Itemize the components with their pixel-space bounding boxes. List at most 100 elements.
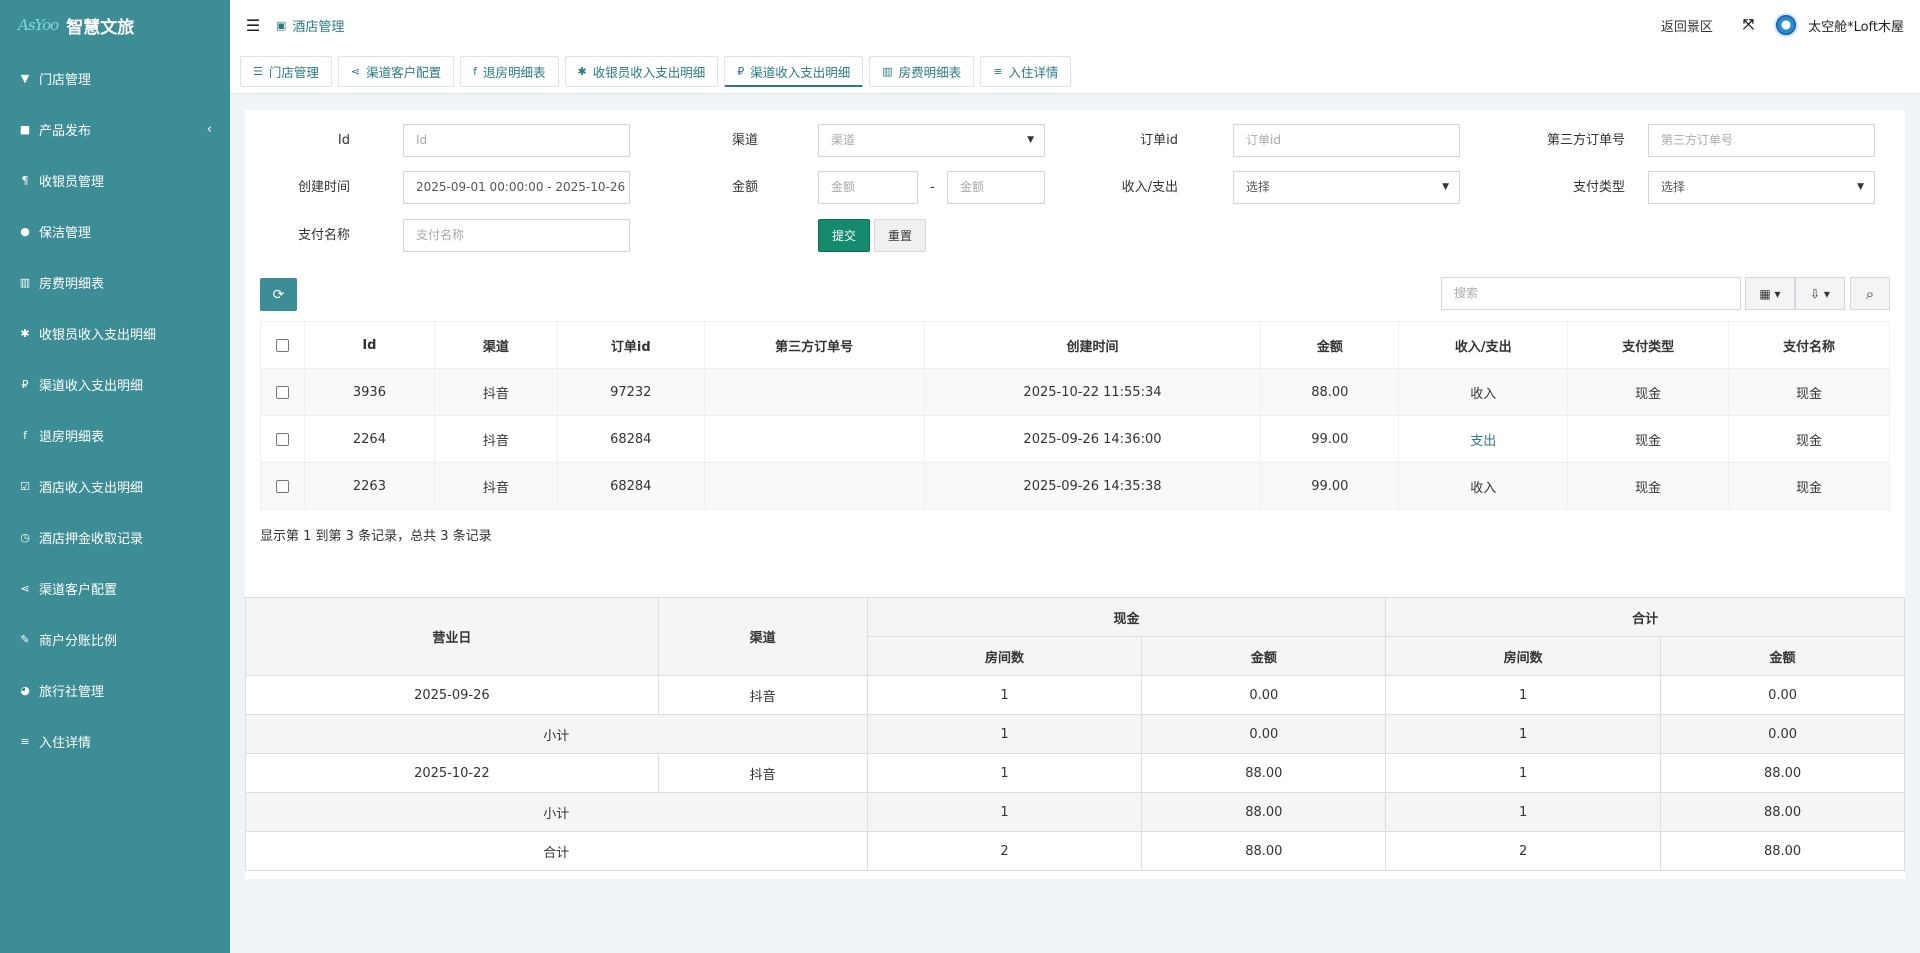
columns-toggle-button[interactable]: ▦ ▾ (1745, 277, 1795, 310)
sum-cell-cash_amount: 88.00 (1141, 792, 1387, 832)
sum-cell-day: 2025-09-26 (245, 675, 659, 715)
back-to-scenic-link[interactable]: 返回景区 (1647, 16, 1727, 35)
tab-0[interactable]: ☰ 门店管理 (240, 56, 332, 87)
html5-icon: ≡ (20, 735, 30, 748)
sum-cell-cash_rooms: 1 (866, 714, 1143, 754)
third-order-input[interactable]: 第三方订单号 (1648, 124, 1875, 157)
sidebar-item-label: 收银员管理 (39, 175, 105, 190)
channel-label: 渠道 (731, 133, 758, 148)
col-header-pay-name[interactable]: 支付名称 (1728, 321, 1890, 369)
col-header-pay-type[interactable]: 支付类型 (1567, 321, 1730, 369)
tab-label: 入住详情 (1008, 65, 1059, 80)
pay-name-input[interactable]: 支付名称 (403, 219, 630, 252)
sidebar-item-label: 房费明细表 (39, 277, 105, 292)
page-tabs: ☰ 门店管理 ⋖ 渠道客户配置 f 退房明细表 ✱ 收银员收入支出明细 ₽ 渠道收入支出明细 ▥ 房费… (230, 50, 1920, 94)
amount-max-input[interactable]: 金额 (947, 171, 1045, 204)
header-title-label: 酒店管理 (292, 19, 345, 35)
tab-icon: ▥ (882, 65, 893, 78)
sum-cell-cash_amount: 88.00 (1141, 753, 1387, 793)
tab-5[interactable]: ▥ 房费明细表 (869, 56, 975, 87)
sidebar-item-10[interactable]: ⋖ 渠道客户配置 (0, 563, 230, 614)
sidebar-item-6[interactable]: ₽ 渠道收入支出明细 (0, 359, 230, 410)
paragraph-icon: ¶ (21, 174, 29, 187)
content-panel: Id Id 渠道 渠道 ▼ 订单id 订单id 第三方订单号 第三方订单号 创建时… (245, 110, 1905, 879)
user-menu[interactable]: 太空舱*Loft木屋 (1770, 13, 1920, 37)
col-header-order-id[interactable]: 订单id (556, 321, 705, 369)
created-time-range-input[interactable]: 2025-09-01 00:00:00 - 2025-10-26 (403, 171, 630, 204)
sidebar-menu: ▼ 门店管理 ■ 产品发布 ‹ ¶ 收银员管理 ● 保洁管理 ▥ 房费明细表 ✱ 收银员收入支出明细 ₽ 渠… (0, 53, 230, 767)
chevron-left-icon[interactable]: ‹ (207, 122, 212, 137)
sum-cell-total_amount: 88.00 (1660, 753, 1905, 793)
id-input[interactable]: Id (403, 124, 630, 157)
cell-channel: 抖音 (433, 462, 558, 510)
channel-select[interactable]: 渠道 ▼ (818, 124, 1045, 157)
tab-6[interactable]: ≡ 入住详情 (980, 56, 1072, 87)
sum-cell-total_rooms: 2 (1385, 831, 1662, 871)
cell-inout: 支出 (1398, 415, 1569, 463)
tab-1[interactable]: ⋖ 渠道客户配置 (337, 56, 455, 87)
sidebar-item-7[interactable]: f 退房明细表 (0, 410, 230, 461)
pagination-info: 显示第 1 到第 3 条记录，总共 3 条记录 (260, 529, 492, 544)
sidebar-item-label: 酒店押金收取记录 (39, 532, 144, 547)
col-header-third-order[interactable]: 第三方订单号 (703, 321, 925, 369)
col-header-channel[interactable]: 渠道 (433, 321, 558, 369)
col-header-in-out[interactable]: 收入/支出 (1398, 321, 1569, 369)
sidebar-item-13[interactable]: ≡ 入住详情 (0, 716, 230, 767)
sidebar-item-9[interactable]: ◷ 酒店押金收取记录 (0, 512, 230, 563)
sidebar-item-1[interactable]: ■ 产品发布 ‹ (0, 104, 230, 155)
cell-channel: 抖音 (433, 368, 558, 416)
col-header-id[interactable]: Id (303, 321, 435, 369)
sidebar-item-11[interactable]: ✎ 商户分账比例 (0, 614, 230, 665)
sidebar-item-8[interactable]: ☑ 酒店收入支出明细 (0, 461, 230, 512)
tab-3[interactable]: ✱ 收银员收入支出明细 (564, 56, 719, 87)
in-out-select-value: 选择 (1246, 180, 1271, 194)
tab-4[interactable]: ₽ 渠道收入支出明细 (724, 56, 864, 87)
reset-button[interactable]: 重置 (874, 219, 926, 252)
ruble-icon: ₽ (21, 378, 29, 391)
fullscreen-icon[interactable]: ⤧ (1727, 17, 1770, 33)
clock-icon: ◷ (20, 531, 30, 544)
export-button[interactable]: ⇩ ▾ (1795, 277, 1845, 310)
row-checkbox[interactable] (275, 385, 289, 399)
tab-2[interactable]: f 退房明细表 (460, 56, 559, 87)
asterisk-icon: ✱ (20, 327, 30, 340)
sidebar-item-4[interactable]: ▥ 房费明细表 (0, 257, 230, 308)
in-out-select[interactable]: 选择 ▼ (1233, 171, 1460, 204)
row-checkbox[interactable] (275, 432, 289, 446)
sidebar-item-5[interactable]: ✱ 收银员收入支出明细 (0, 308, 230, 359)
tab-icon: ₽ (737, 64, 745, 78)
cell-amount: 88.00 (1260, 368, 1400, 416)
sidebar-item-3[interactable]: ● 保洁管理 (0, 206, 230, 257)
header-title[interactable]: ▣ 酒店管理 (276, 16, 344, 35)
sidebar-item-label: 旅行社管理 (39, 685, 105, 700)
sum-header-cash-amount: 金额 (1141, 636, 1387, 676)
order-id-input[interactable]: 订单id (1233, 124, 1460, 157)
sum-header-total-rooms: 房间数 (1385, 636, 1662, 676)
search-icon[interactable]: ⌕ (1850, 277, 1890, 310)
cell-order: 68284 (556, 462, 705, 510)
row-checkbox[interactable] (275, 479, 289, 493)
avatar (1774, 13, 1799, 37)
menu-toggle-icon[interactable]: ☰ (230, 16, 276, 35)
sidebar-item-2[interactable]: ¶ 收银员管理 (0, 155, 230, 206)
sidebar-item-0[interactable]: ▼ 门店管理 (0, 53, 230, 104)
check-square-icon: ☑ (20, 480, 30, 493)
table-search-input[interactable]: 搜索 (1441, 277, 1741, 310)
pay-type-select[interactable]: 选择 ▼ (1648, 171, 1875, 204)
sidebar-item-12[interactable]: ◕ 旅行社管理 (0, 665, 230, 716)
product-icon: ■ (19, 123, 31, 136)
amount-min-input[interactable]: 金额 (818, 171, 918, 204)
sum-cell-cash_rooms: 1 (866, 753, 1143, 793)
app-logo[interactable]: AsYoo 智慧文旅 (0, 0, 230, 50)
refresh-icon[interactable]: ⟳ (260, 278, 297, 311)
bar-chart-icon: ▥ (19, 276, 31, 289)
chevron-down-icon: ▼ (1442, 182, 1449, 192)
col-header-created-time[interactable]: 创建时间 (923, 321, 1262, 369)
select-all-checkbox[interactable] (275, 338, 289, 352)
submit-button[interactable]: 提交 (818, 219, 870, 252)
col-header-amount[interactable]: 金额 (1260, 321, 1400, 369)
pay-type-label: 支付类型 (1572, 180, 1625, 195)
tab-label: 门店管理 (268, 65, 319, 80)
cell-payname: 现金 (1728, 368, 1890, 416)
cell-amount: 99.00 (1260, 415, 1400, 463)
